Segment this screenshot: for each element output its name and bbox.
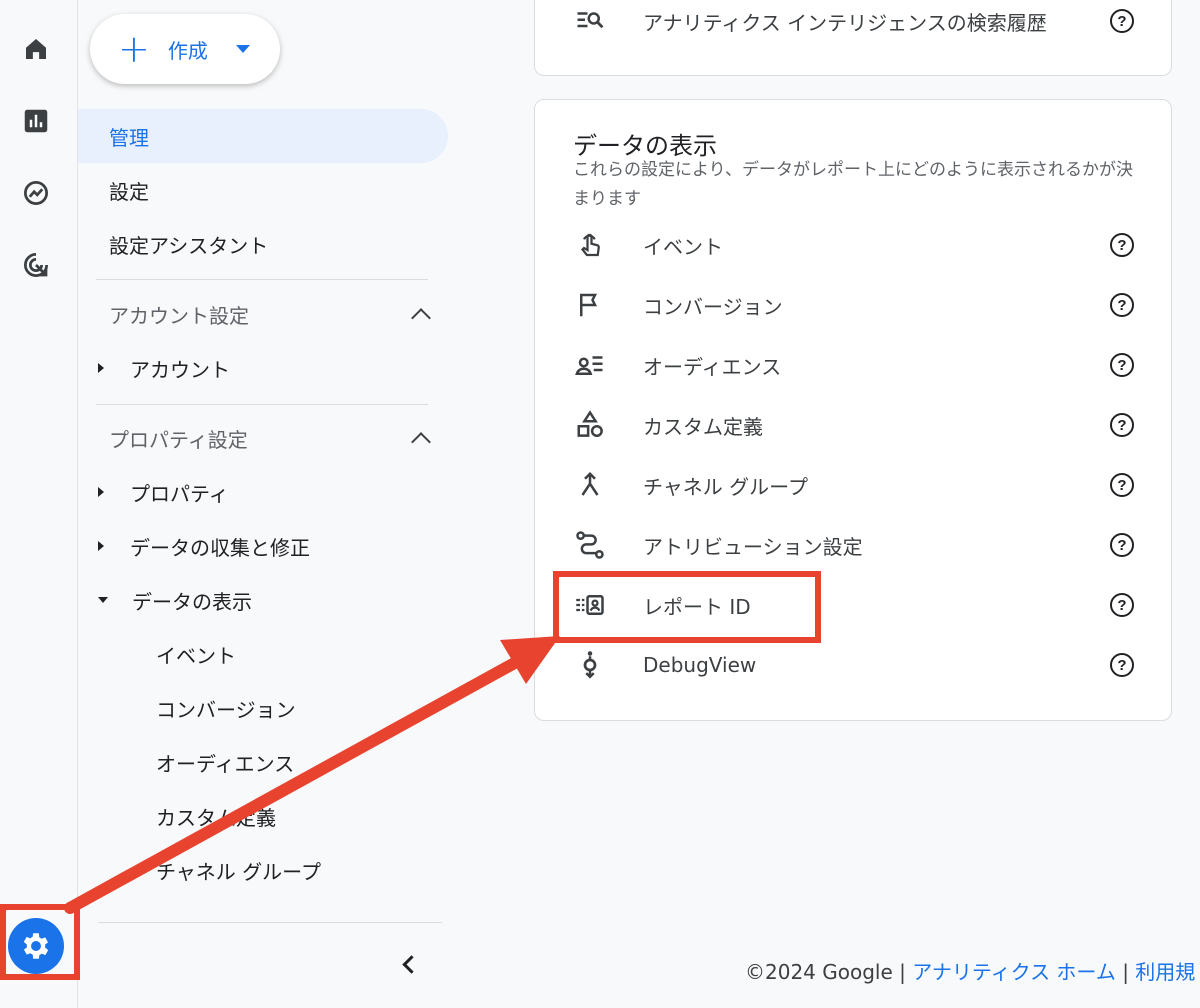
row-intelligence-history[interactable]: アナリティクス インテリジェンスの検索履歴 ? — [535, 0, 1171, 51]
search-history-icon — [573, 4, 607, 38]
row-custom-definitions[interactable]: カスタム定義 ? — [535, 395, 1171, 455]
debug-icon — [573, 648, 607, 682]
reports-icon[interactable] — [14, 99, 58, 143]
sub-item-events[interactable]: イベント — [78, 627, 448, 681]
tree-item-label: プロパティ — [130, 481, 229, 506]
row-label: アナリティクス インテリジェンスの検索履歴 — [643, 10, 1047, 35]
create-button-label: 作成 — [167, 38, 208, 63]
flag-icon — [573, 288, 607, 322]
help-icon[interactable]: ? — [1110, 593, 1134, 617]
chevron-left-icon — [401, 954, 421, 974]
section-property-settings[interactable]: プロパティ設定 — [78, 411, 431, 465]
help-icon[interactable]: ? — [1110, 473, 1134, 497]
footer-terms-link[interactable]: 利用規 — [1135, 960, 1195, 984]
sub-item-conversions[interactable]: コンバージョン — [78, 681, 448, 735]
help-icon[interactable]: ? — [1110, 353, 1134, 377]
explore-icon[interactable] — [14, 171, 58, 215]
footer: ©2024 Google | アナリティクス ホーム | 利用規 — [745, 956, 1195, 985]
create-button[interactable]: + 作成 — [90, 14, 280, 84]
plus-icon: + — [118, 27, 150, 71]
tree-item-label: データの表示 — [132, 589, 252, 614]
sub-item-custom-definitions[interactable]: カスタム定義 — [78, 789, 448, 843]
row-events[interactable]: イベント ? — [535, 215, 1171, 275]
section-property-settings-label: プロパティ設定 — [109, 427, 248, 452]
card-description: これらの設定により、データがレポート上にどのように表示されるかが決まります — [573, 160, 1133, 209]
collapse-nav-button[interactable] — [388, 944, 428, 984]
collapse-arrow-icon — [98, 597, 108, 603]
chevron-up-icon — [411, 432, 431, 452]
row-conversions[interactable]: コンバージョン ? — [535, 275, 1171, 335]
help-icon[interactable]: ? — [1110, 233, 1134, 257]
expand-arrow-icon — [98, 363, 104, 373]
tree-item-label: アカウント — [130, 357, 230, 382]
nav-item-admin[interactable]: 管理 — [78, 109, 448, 163]
left-rail — [0, 0, 78, 1008]
tree-item-account[interactable]: アカウント — [78, 341, 448, 395]
divider — [98, 922, 442, 923]
sub-item-audiences[interactable]: オーディエンス — [78, 735, 448, 789]
divider — [96, 404, 428, 405]
help-icon[interactable]: ? — [1110, 293, 1134, 317]
chevron-down-icon — [235, 45, 250, 53]
audience-icon — [573, 348, 607, 382]
touch-icon — [573, 228, 607, 262]
row-label: アトリビューション設定 — [643, 534, 863, 559]
help-icon[interactable]: ? — [1110, 9, 1134, 33]
expand-arrow-icon — [98, 487, 104, 497]
data-display-card: データの表示 これらの設定により、データがレポート上にどのように表示されるかが決… — [534, 99, 1172, 721]
row-attribution-settings[interactable]: アトリビューション設定 ? — [535, 515, 1171, 575]
section-account-settings[interactable]: アカウント設定 — [78, 287, 431, 341]
section-account-settings-label: アカウント設定 — [109, 303, 249, 328]
home-icon[interactable] — [14, 27, 58, 71]
route-icon — [573, 528, 607, 562]
tree-item-property[interactable]: プロパティ — [78, 465, 448, 519]
row-label: カスタム定義 — [643, 414, 763, 439]
report-id-icon — [573, 588, 607, 622]
row-channel-groups[interactable]: チャネル グループ ? — [535, 455, 1171, 515]
tree-item-data-display[interactable]: データの表示 — [78, 573, 448, 627]
row-report-id[interactable]: レポート ID ? — [535, 575, 1171, 635]
row-label: レポート ID — [643, 594, 751, 619]
shapes-icon — [573, 408, 607, 442]
help-icon[interactable]: ? — [1110, 653, 1134, 677]
row-label: DebugView — [643, 653, 757, 677]
row-label: オーディエンス — [643, 354, 782, 379]
merge-icon — [573, 468, 607, 502]
row-debugview[interactable]: DebugView ? — [535, 635, 1171, 695]
sub-item-channel-groups[interactable]: チャネル グループ — [78, 843, 448, 897]
tree-item-data-collection[interactable]: データの収集と修正 — [78, 519, 448, 573]
help-icon[interactable]: ? — [1110, 533, 1134, 557]
row-label: イベント — [643, 234, 723, 259]
admin-nav-panel: + 作成 管理 設定 設定アシスタント アカウント設定 アカウント プロパティ設… — [78, 0, 458, 1008]
row-label: コンバージョン — [643, 294, 783, 319]
footer-analytics-home-link[interactable]: アナリティクス ホーム — [912, 960, 1116, 984]
settings-gear-button[interactable] — [8, 918, 64, 974]
intelligence-card: アナリティクス インテリジェンスの検索履歴 ? — [534, 0, 1172, 76]
nav-item-settings[interactable]: 設定 — [78, 163, 448, 217]
footer-separator: | — [899, 960, 906, 984]
divider — [96, 279, 428, 280]
help-icon[interactable]: ? — [1110, 413, 1134, 437]
gear-icon — [23, 933, 49, 959]
footer-separator: | — [1122, 960, 1129, 984]
footer-copyright: ©2024 Google — [745, 960, 893, 984]
advertising-icon[interactable] — [14, 243, 58, 287]
tree-item-label: データの収集と修正 — [130, 535, 310, 560]
nav-item-setup-assistant[interactable]: 設定アシスタント — [78, 217, 448, 271]
chevron-up-icon — [411, 308, 431, 328]
expand-arrow-icon — [98, 541, 104, 551]
row-label: チャネル グループ — [643, 474, 808, 499]
row-audiences[interactable]: オーディエンス ? — [535, 335, 1171, 395]
